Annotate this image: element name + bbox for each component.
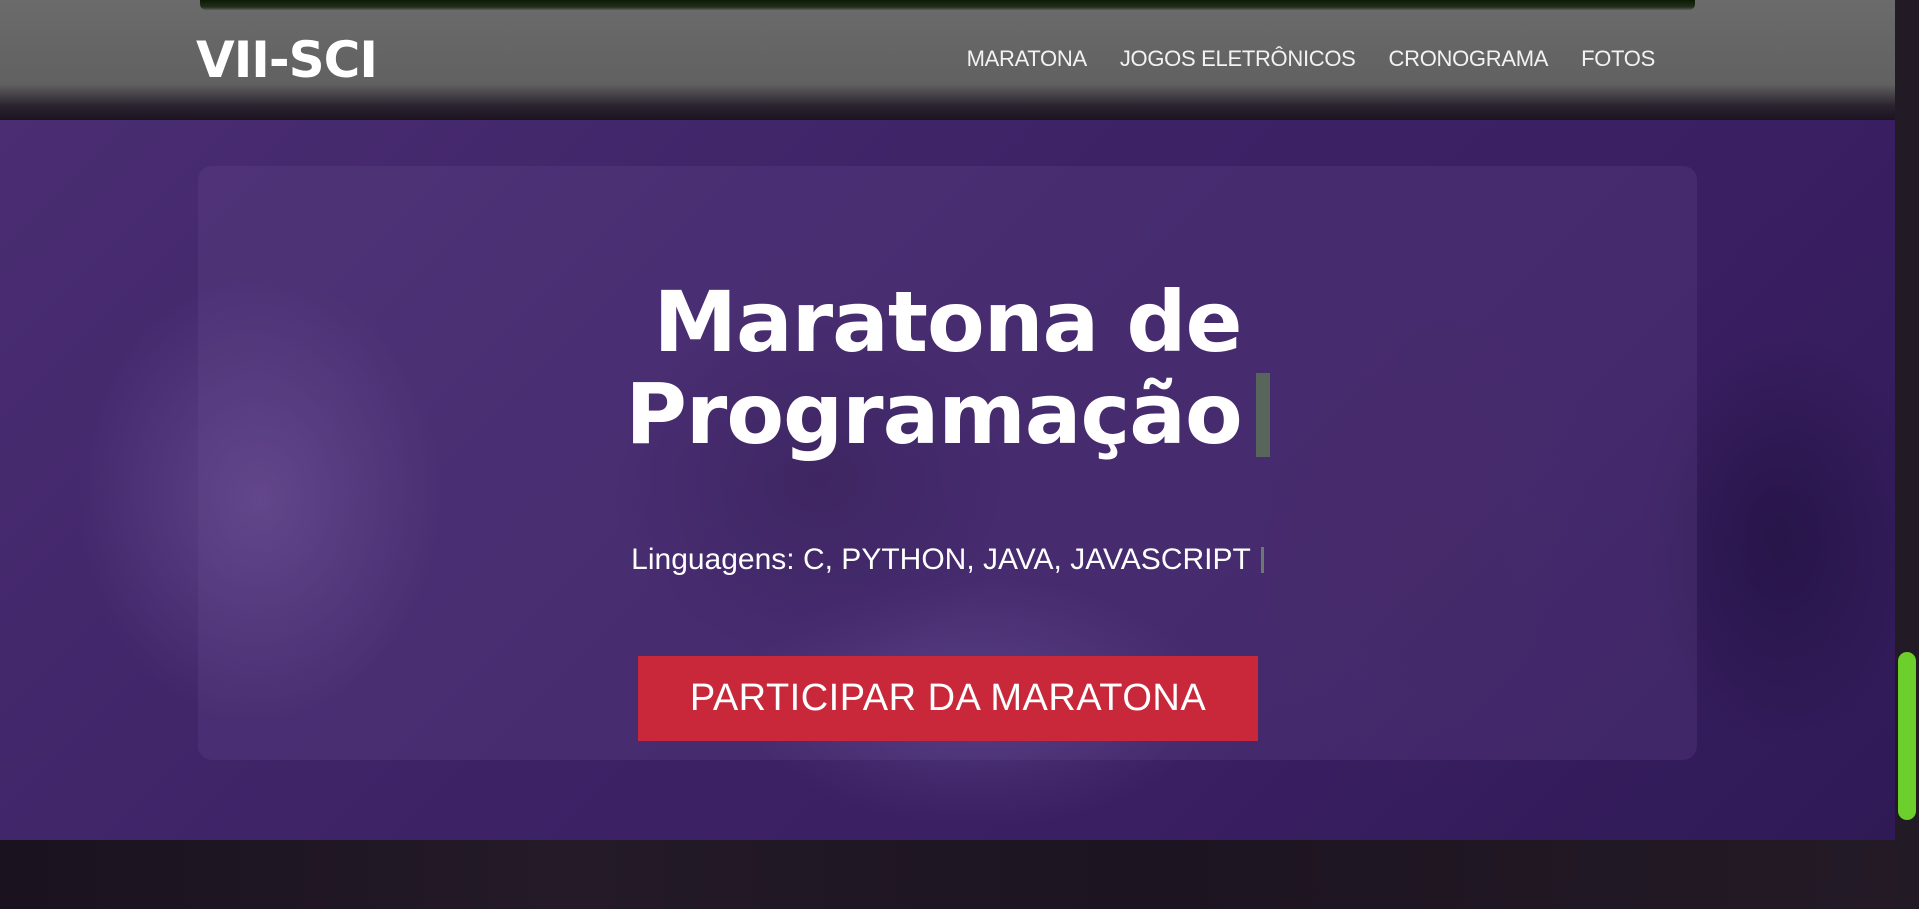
page: VII-SCI MARATONA JOGOS ELETRÔNICOS CRONO…	[0, 0, 1919, 909]
nav-link-maratona[interactable]: MARATONA	[967, 44, 1088, 74]
header-top-accent-bar	[200, 0, 1695, 10]
scrollbar-thumb[interactable]	[1898, 652, 1916, 820]
hero-subtitle-text: Linguagens: C, PYTHON, JAVA, JAVASCRIPT	[631, 543, 1251, 576]
hero-title-line-2: Programação	[198, 368, 1697, 460]
site-logo[interactable]: VII-SCI	[196, 30, 378, 90]
nav-link-jogos-eletronicos[interactable]: JOGOS ELETRÔNICOS	[1120, 44, 1356, 74]
main-nav: MARATONA JOGOS ELETRÔNICOS CRONOGRAMA FO…	[967, 44, 1656, 74]
nav-link-cronograma[interactable]: CRONOGRAMA	[1389, 44, 1549, 74]
next-section-preview	[0, 840, 1895, 909]
subtitle-caret-icon	[1260, 547, 1264, 573]
site-header: VII-SCI MARATONA JOGOS ELETRÔNICOS CRONO…	[0, 0, 1895, 120]
hero-section: Maratona de Programação Linguagens: C, P…	[0, 120, 1895, 840]
hero-title-line-1: Maratona de	[653, 273, 1242, 371]
hero-subtitle: Linguagens: C, PYTHON, JAVA, JAVASCRIPT	[198, 540, 1697, 580]
nav-link-fotos[interactable]: FOTOS	[1581, 44, 1655, 74]
hero-panel: Maratona de Programação Linguagens: C, P…	[198, 166, 1697, 760]
participar-maratona-button[interactable]: PARTICIPAR DA MARATONA	[638, 656, 1258, 741]
text-caret-icon	[1255, 373, 1270, 457]
hero-title: Maratona de Programação	[198, 276, 1697, 460]
hero-title-line-2-text: Programação	[625, 365, 1242, 463]
